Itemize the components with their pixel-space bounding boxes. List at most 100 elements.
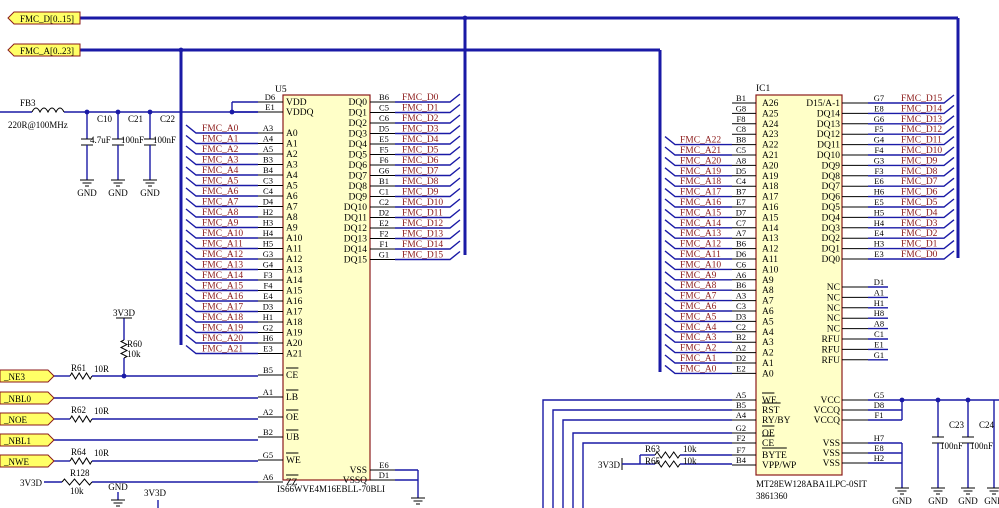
u5-data-net: FMC_D8 <box>402 177 439 187</box>
junction-dot <box>462 15 468 21</box>
u5-pin-name: A17 <box>286 308 303 318</box>
ic1-data-net: FMC_D2 <box>901 229 938 239</box>
u5-pin-name: A20 <box>286 339 303 349</box>
u5-data-net: FMC_D6 <box>402 156 439 166</box>
u5-data-net: FMC_D5 <box>402 146 439 156</box>
ic1-pin-num: A4 <box>736 410 747 420</box>
ic1-pin-name: DQ11 <box>817 141 840 151</box>
ic1-pin-name: VCC <box>820 396 840 406</box>
u5-data-net: FMC_D14 <box>402 240 443 250</box>
resistor-zigzag <box>69 457 93 465</box>
ic1-data-net: FMC_D3 <box>901 219 938 229</box>
u5-pin-name: A7 <box>286 203 298 213</box>
ic1-pin-num: C4 <box>736 176 747 186</box>
ic1-pin-num: B6 <box>736 239 746 249</box>
ic1-pin-name: RY/BY <box>762 416 791 426</box>
r64-val: 10R <box>94 448 109 458</box>
u5-pin-num: A3 <box>263 123 273 133</box>
ic1-pin-name: DQ0 <box>822 255 841 265</box>
u5-pin-num: F5 <box>380 145 389 155</box>
u5-pin-name: WE <box>286 456 301 466</box>
ic1-pin-num: A1 <box>874 287 884 297</box>
ic1-addr-net: FMC_A21 <box>680 146 721 156</box>
u5-addr-net: FMC_A0 <box>202 124 239 134</box>
u5-pin-num: G2 <box>263 323 273 333</box>
ic1-pin-name: A13 <box>762 234 779 244</box>
ic1-pin-num: F2 <box>737 433 746 443</box>
cap-val: 100nF <box>940 441 963 451</box>
u5-pin-name: VDDQ <box>286 108 314 118</box>
u5-pin-num: D1 <box>379 470 389 480</box>
u5-addr-net: FMC_A14 <box>202 271 243 281</box>
ic1-pin-num: C2 <box>736 322 746 332</box>
ic1-pin-name: VCCQ <box>814 406 841 416</box>
ic1-addr-net: FMC_A0 <box>680 364 717 374</box>
ic1-pin-num: A6 <box>736 270 746 280</box>
u5-data-net: FMC_D12 <box>402 219 443 229</box>
ferrite-bead <box>31 107 65 114</box>
wires-layer <box>0 15 999 508</box>
ic1-pin-name: DQ1 <box>822 245 841 255</box>
u5-pin-num: H1 <box>263 312 273 322</box>
junction-dot <box>899 397 905 403</box>
ic1-pin-name: A15 <box>762 213 779 223</box>
ic1-pin-num: E1 <box>874 339 883 349</box>
ic1-pin-num: A3 <box>736 291 746 301</box>
u5-pin-num: E5 <box>379 134 388 144</box>
ic1-pin-name: VSS <box>823 459 840 469</box>
u5-pin-name: OE <box>286 413 299 423</box>
u5-data-net: FMC_D7 <box>402 167 439 177</box>
u5-addr-net: FMC_A17 <box>202 303 243 313</box>
u5-pin-name: DQ2 <box>349 119 368 129</box>
ic1-pin-num: F5 <box>875 124 884 134</box>
u5-pin-num: B4 <box>263 165 274 175</box>
ic1-addr-net: FMC_A4 <box>680 323 717 333</box>
cap-val: 4.7uF <box>90 135 111 145</box>
ic1-pin-name: DQ6 <box>822 193 841 203</box>
gnd-label: GND <box>892 496 912 506</box>
u5-data-net: FMC_D3 <box>402 125 439 135</box>
ic1-ref: IC1 <box>756 84 771 94</box>
ic1-pin-name: A10 <box>762 265 779 275</box>
u5-pin-name: A3 <box>286 161 298 171</box>
cap-val: 100nF <box>970 441 993 451</box>
u5-pin-name: DQ4 <box>349 140 368 150</box>
u5-data-net: FMC_D10 <box>402 198 443 208</box>
u5-data-net: FMC_D11 <box>402 209 443 219</box>
ic1-pin-num: E3 <box>874 249 883 259</box>
gnd-label: GND <box>984 496 999 506</box>
ic1-pin-num: G7 <box>874 93 884 103</box>
r65-ref: R65 <box>645 456 661 466</box>
u5-pin-name: DQ6 <box>349 161 368 171</box>
u5-pin-num: E1 <box>265 102 274 112</box>
labels-layer: FMC_D[0..15]FMC_A[0..23]U5IS66WVE4M16EBL… <box>3 14 999 506</box>
ic1-data-net: FMC_D12 <box>901 125 942 135</box>
u5-addr-net: FMC_A16 <box>202 292 243 302</box>
rail-label: 3V3D <box>113 308 135 318</box>
ic1-pin-name: A11 <box>762 255 778 265</box>
u5-pin-name: LB <box>286 393 298 403</box>
ic1-pin-num: A2 <box>736 343 746 353</box>
u5-pin-name: A6 <box>286 192 298 202</box>
junction-dot <box>178 47 184 53</box>
u5-pin-num: G1 <box>379 250 389 260</box>
u5-pin-name: DQ13 <box>344 235 367 245</box>
ic1-addr-net: FMC_A14 <box>680 219 721 229</box>
ic1-pin-num: C6 <box>736 259 746 269</box>
u5-data-net: FMC_D1 <box>402 104 439 114</box>
port-left-label: _NBL0 <box>3 394 32 404</box>
ic1-pin-num: H5 <box>874 207 884 217</box>
u5-ref: U5 <box>275 85 287 95</box>
u5-pin-num: C4 <box>263 186 274 196</box>
ic1-pin-num: H7 <box>874 433 884 443</box>
u5-addr-net: FMC_A7 <box>202 198 239 208</box>
u5-pin-num: E2 <box>379 218 388 228</box>
u5-pin-name: CE <box>286 371 298 381</box>
ic1-pin-name: A18 <box>762 182 779 192</box>
ic1-data-net: FMC_D11 <box>901 136 942 146</box>
u5-addr-net: FMC_A1 <box>202 135 239 145</box>
ic1-pin-num: D8 <box>874 400 884 410</box>
ic1-pin-name: A23 <box>762 130 779 140</box>
u5-data-net: FMC_D0 <box>402 93 439 103</box>
ic1-pin-name: A6 <box>762 307 774 317</box>
